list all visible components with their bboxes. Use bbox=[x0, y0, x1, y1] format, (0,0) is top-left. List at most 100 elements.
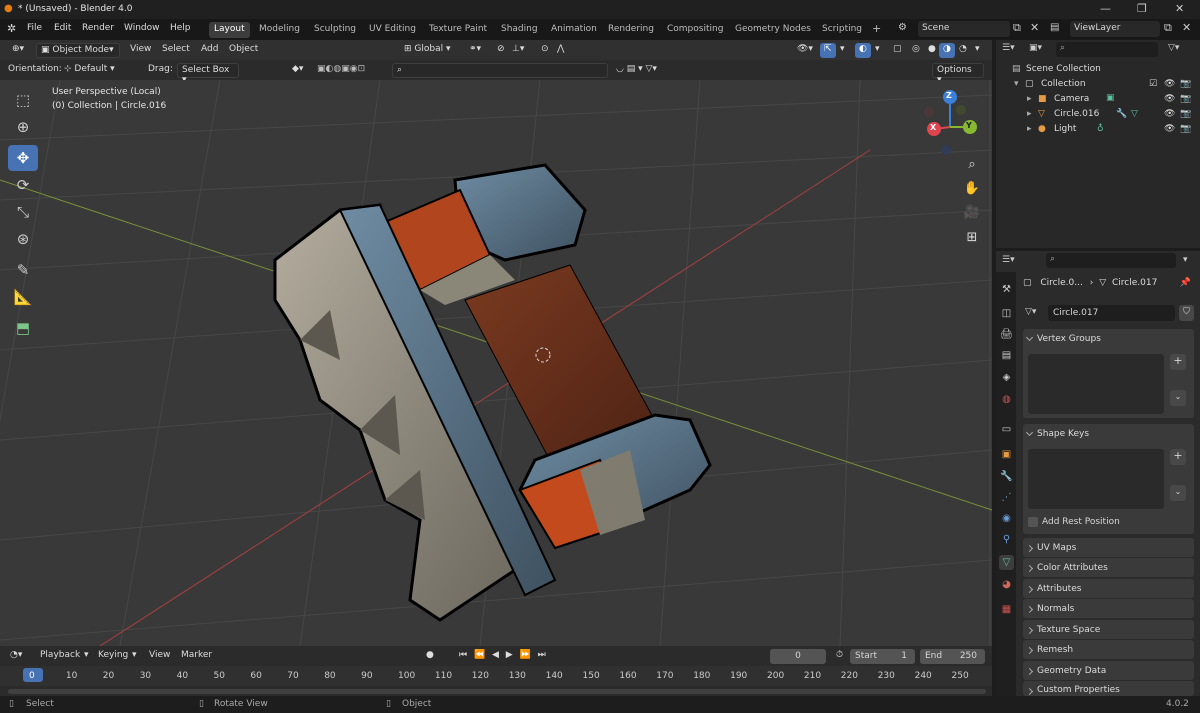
texture-space-panel[interactable]: Texture Space bbox=[1023, 620, 1194, 639]
falloff-icon[interactable]: ⋀ bbox=[553, 43, 568, 58]
tool-tab-icon[interactable]: ⚒ bbox=[999, 282, 1014, 297]
menu-edit[interactable]: Edit bbox=[54, 23, 71, 33]
overlay-dropdown-icon[interactable]: ▾ bbox=[871, 43, 884, 58]
output-tab-icon[interactable]: 🖨 bbox=[999, 327, 1014, 342]
tab-rendering[interactable]: Rendering bbox=[603, 22, 659, 38]
vertex-group-menu-icon[interactable]: ⌄ bbox=[1170, 390, 1186, 406]
tab-animation[interactable]: Animation bbox=[546, 22, 602, 38]
geometry-data-header[interactable]: Geometry Data bbox=[1023, 661, 1194, 681]
start-frame-field[interactable]: Start 1 bbox=[850, 649, 915, 664]
fake-user-shield-icon[interactable]: ⛉ bbox=[1179, 305, 1194, 321]
mesh-browse-icon[interactable]: ▽▾ bbox=[1025, 307, 1036, 317]
scene-icon[interactable]: ⚙ bbox=[898, 22, 907, 33]
rendered-shading-icon[interactable]: ◔ bbox=[955, 43, 971, 58]
render-tab-icon[interactable]: ◫ bbox=[999, 306, 1014, 321]
mode-selector[interactable]: ▣ Object Mode▾ bbox=[36, 43, 120, 58]
custom-properties-header[interactable]: Custom Properties bbox=[1023, 681, 1194, 696]
cursor-icon[interactable]: ⊕ bbox=[8, 114, 38, 140]
properties-dropdown-icon[interactable]: ▾ bbox=[1183, 255, 1188, 265]
data-block-selector[interactable]: ▽▾ Circle.017 ⛉ bbox=[1023, 305, 1194, 321]
tab-layout[interactable]: Layout bbox=[209, 22, 250, 38]
add-vertex-group-button[interactable]: + bbox=[1170, 354, 1186, 370]
menu-object[interactable]: Object bbox=[225, 43, 262, 58]
measure-icon[interactable]: 📐 bbox=[8, 284, 38, 310]
material-shading-icon[interactable]: ◑ bbox=[939, 43, 955, 58]
new-view-layer-icon[interactable]: ⧉ bbox=[1164, 21, 1172, 35]
normals-header[interactable]: Normals bbox=[1023, 599, 1194, 619]
tab-sculpting[interactable]: Sculpting bbox=[309, 22, 361, 38]
timeline-scrollbar[interactable] bbox=[8, 689, 986, 694]
visibility-eye-icon[interactable]: 👁 bbox=[1164, 94, 1175, 104]
object-tab-icon[interactable]: ▣ bbox=[999, 447, 1014, 462]
timeline-editor-type-icon[interactable]: ◔▾ bbox=[6, 649, 26, 664]
select-mode-icons[interactable]: ◆▾ bbox=[288, 63, 307, 78]
use-preview-range-icon[interactable]: ⏱ bbox=[832, 649, 847, 664]
zoom-icon[interactable]: ⌕ bbox=[961, 153, 983, 175]
drag-dropdown[interactable]: Select Box ▾ bbox=[177, 63, 239, 85]
view-layer-tab-icon[interactable]: ▤ bbox=[999, 348, 1014, 363]
texture-tab-icon[interactable]: ▦ bbox=[999, 602, 1014, 617]
outliner-row-circle[interactable]: ▸ ▽ Circle.016 🔧 ▽ 👁 📷 bbox=[996, 108, 1200, 123]
tab-shading[interactable]: Shading bbox=[496, 22, 543, 38]
uv-maps-header[interactable]: UV Maps bbox=[1023, 538, 1194, 558]
tab-texture-paint[interactable]: Texture Paint bbox=[424, 22, 492, 38]
attributes-panel[interactable]: Attributes bbox=[1023, 579, 1194, 598]
menu-add[interactable]: Add bbox=[197, 43, 222, 58]
uv-maps-panel[interactable]: UV Maps bbox=[1023, 538, 1194, 557]
custom-properties-panel[interactable]: Custom Properties bbox=[1023, 681, 1194, 696]
menu-timeline-view[interactable]: View bbox=[145, 649, 174, 664]
tab-scripting[interactable]: Scripting bbox=[817, 22, 867, 38]
minimize-button[interactable]: — bbox=[1100, 2, 1111, 15]
add-workspace-button[interactable]: + bbox=[867, 20, 886, 36]
expand-arrow-icon[interactable]: ▸ bbox=[1027, 94, 1032, 104]
normals-panel[interactable]: Normals bbox=[1023, 599, 1194, 618]
viewport-search-input[interactable]: ⌕ bbox=[392, 63, 608, 78]
expand-arrow-icon[interactable]: ▸ bbox=[1027, 124, 1032, 134]
collection-tab-icon[interactable]: ▭ bbox=[999, 422, 1014, 437]
delete-scene-icon[interactable]: ✕ bbox=[1030, 21, 1039, 34]
color-attributes-header[interactable]: Color Attributes bbox=[1023, 558, 1194, 578]
visibility-icon[interactable]: 👁▾ bbox=[793, 43, 817, 58]
expand-arrow-icon[interactable]: ▸ bbox=[1027, 109, 1032, 119]
perspective-toggle-icon[interactable]: ⊞ bbox=[961, 226, 983, 248]
vertex-groups-header[interactable]: Vertex Groups bbox=[1023, 329, 1194, 349]
wireframe-shading-icon[interactable]: ◎ bbox=[908, 43, 924, 58]
options-dropdown[interactable]: Options ▾ bbox=[932, 63, 984, 85]
remesh-panel[interactable]: Remesh bbox=[1023, 640, 1194, 659]
move-icon[interactable]: ✥ bbox=[8, 145, 38, 171]
data-tab-icon[interactable]: ▽ bbox=[999, 555, 1014, 570]
menu-help[interactable]: Help bbox=[170, 23, 191, 33]
data-name-field[interactable]: Circle.017 bbox=[1048, 305, 1175, 321]
outliner-row-light[interactable]: ▸ ● Light ♁ 👁 📷 bbox=[996, 123, 1200, 138]
camera-view-icon[interactable]: 🎥 bbox=[961, 201, 983, 223]
menu-marker[interactable]: Marker bbox=[177, 649, 216, 664]
particles-tab-icon[interactable]: ⋰ bbox=[999, 490, 1014, 505]
solid-shading-icon[interactable]: ● bbox=[924, 43, 940, 58]
close-button[interactable]: ✕ bbox=[1175, 2, 1184, 15]
shading-dropdown-icon[interactable]: ▾ bbox=[971, 43, 984, 58]
current-frame-field[interactable]: 0 bbox=[770, 649, 826, 664]
gizmo-dropdown-icon[interactable]: ▾ bbox=[836, 43, 849, 58]
outliner-display-mode-icon[interactable]: ▣▾ bbox=[1029, 43, 1042, 53]
blender-menu-icon[interactable]: ✲ bbox=[7, 22, 16, 35]
vertex-groups-list[interactable] bbox=[1028, 354, 1164, 414]
filter-icons[interactable]: ◡ ▤ ▾ ▽▾ bbox=[612, 63, 661, 78]
pan-hand-icon[interactable]: ✋ bbox=[961, 177, 983, 199]
tab-compositing[interactable]: Compositing bbox=[662, 22, 728, 38]
remesh-header[interactable]: Remesh bbox=[1023, 640, 1194, 660]
gizmo-axis-z-label[interactable]: Z bbox=[946, 91, 952, 100]
scale-icon[interactable]: ⤡ bbox=[8, 199, 38, 225]
outliner-editor-type-icon[interactable]: ☰▾ bbox=[1002, 43, 1015, 53]
outliner-row-scene-collection[interactable]: ▤ Scene Collection bbox=[996, 63, 1200, 78]
properties-editor-type-icon[interactable]: ☰▾ bbox=[1002, 255, 1015, 265]
render-camera-icon[interactable]: 📷 bbox=[1180, 124, 1191, 134]
render-camera-icon[interactable]: 📷 bbox=[1180, 79, 1191, 89]
gizmo-axis-y-label[interactable]: Y bbox=[966, 121, 972, 130]
menu-file[interactable]: File bbox=[27, 23, 42, 33]
physics-tab-icon[interactable]: ◉ bbox=[999, 511, 1014, 526]
color-attributes-panel[interactable]: Color Attributes bbox=[1023, 558, 1194, 577]
proportional-edit-icon[interactable]: ⊙ bbox=[537, 43, 553, 58]
shape-keys-header[interactable]: Shape Keys bbox=[1023, 424, 1194, 444]
add-rest-position-checkbox[interactable] bbox=[1028, 517, 1038, 527]
menu-playback[interactable]: Playback bbox=[36, 649, 84, 664]
